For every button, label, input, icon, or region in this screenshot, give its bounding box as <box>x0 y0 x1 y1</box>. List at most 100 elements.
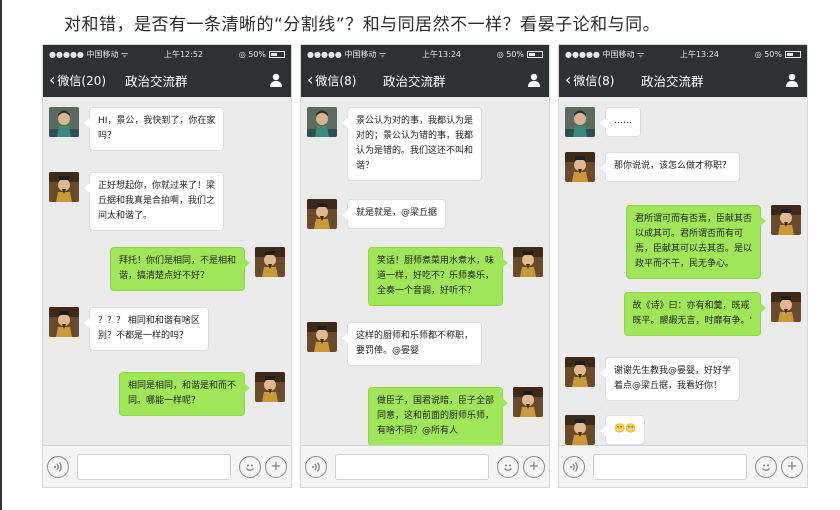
chat-message: 景公认为对的事，我都认为是 对的；景公认为错的事，我都 认为是错的。我们这还不叫和谐… <box>307 107 483 181</box>
message-line: 对的；景公认为错的事，我都 <box>356 131 474 141</box>
chat-area[interactable]: …… 那你说说，该怎么做才称职？ 君所谓可而有否焉，臣献其否 以成其可。君所谓否而有可… <box>559 97 807 447</box>
avatar[interactable] <box>307 322 337 352</box>
plus-icon: + <box>786 459 798 474</box>
more-button[interactable]: + <box>265 455 287 478</box>
battery-indicator: ◎ 50% <box>755 50 801 59</box>
message-input[interactable] <box>77 453 231 480</box>
battery-label: ◎ 50% <box>496 49 524 59</box>
message-input[interactable] <box>593 453 747 480</box>
chat-message: 笑话！厨师煮菜用水煮水，味 道一样，好吃不？乐师奏乐， 全奏一个音调，好听不？ <box>367 247 543 306</box>
message-line: 那你说说，该怎么做才称职？ <box>614 161 732 171</box>
message-line: …… <box>614 116 632 126</box>
chevron-left-icon: ‹ <box>307 70 314 89</box>
message-bubble[interactable]: 君所谓可而有否焉，臣献其否 以成其可。君所谓否而有可 焉，臣献其可以去其否。是以 政平… <box>625 205 767 279</box>
plus-icon: + <box>270 459 282 474</box>
back-button[interactable]: ‹ 微信(20) <box>43 72 121 89</box>
left-border-line <box>0 0 2 510</box>
avatar[interactable] <box>771 292 801 322</box>
message-bubble[interactable]: 笑话！厨师煮菜用水煮水，味 道一样，好吃不？乐师奏乐， 全奏一个音调，好听不？ <box>367 247 509 306</box>
message-line: 全奏一个音调，好听不？ <box>376 286 476 296</box>
voice-icon <box>54 461 62 472</box>
message-bubble[interactable]: 故《诗》曰：亦有和羹，既戒 既平。鬷嘏无言，时靡有争。' <box>623 292 767 336</box>
more-button[interactable]: + <box>781 455 803 478</box>
avatar[interactable] <box>565 152 595 182</box>
message-bubble[interactable]: ？？？ 相同和和谐有啥区 别？不都是一样的吗？ <box>84 307 209 351</box>
chat-message: 就是就是，@梁丘据 <box>307 199 447 229</box>
message-line: 君所谓可而有否焉，臣献其否 <box>634 214 752 224</box>
battery-label: ◎ 50% <box>238 49 266 59</box>
chevron-left-icon: ‹ <box>49 70 56 89</box>
message-bubble[interactable]: 做臣子，国君说暗，臣子全部 同意，这和前面的厨师乐师， 有啥不同？@所有人 <box>367 387 509 446</box>
chat-message: 相同是相同，和谐是和而不 同。哪能一样呢？ <box>118 372 285 416</box>
emoji-button[interactable] <box>497 455 519 478</box>
avatar[interactable] <box>49 172 79 202</box>
nav-bar: ‹ 微信(20) 政治交流群 <box>43 63 291 97</box>
message-bubble[interactable]: 那你说说，该怎么做才称职？ <box>599 152 741 182</box>
input-bar: + <box>559 445 807 487</box>
chat-area[interactable]: HI，景公，我快到了，你在家 吗？ 正好想起你，你就过来了！梁 丘据和我真是合拍啊，我… <box>43 97 291 447</box>
voice-button[interactable] <box>305 455 327 478</box>
avatar[interactable] <box>565 107 595 137</box>
phone-screenshot-1: ●●●●● 中国移动 ᯤ 上午12:52 ◎ 50% ‹ 微信(20) 政治交流群 HI，景… <box>42 44 292 488</box>
emoji-button[interactable] <box>239 455 261 478</box>
message-line: HI，景公，我快到了，你在家 <box>98 116 216 126</box>
group-info-button[interactable] <box>261 73 291 87</box>
back-button[interactable]: ‹ 微信(8) <box>559 72 637 89</box>
voice-icon <box>312 461 320 472</box>
message-bubble[interactable]: 😬😬 <box>599 415 646 445</box>
avatar[interactable] <box>307 199 337 229</box>
avatar[interactable] <box>513 247 543 277</box>
emoji-button[interactable] <box>755 455 777 478</box>
nav-bar: ‹ 微信(8) 政治交流群 <box>301 63 549 97</box>
message-line: 要罚俸。@晏婴 <box>356 346 420 356</box>
message-line: 有啥不同？@所有人 <box>376 426 458 436</box>
plus-icon: + <box>528 459 540 474</box>
chat-message: 君所谓可而有否焉，臣献其否 以成其可。君所谓否而有可 焉，臣献其可以去其否。是以 政平… <box>625 205 801 279</box>
back-label: 微信(20) <box>57 73 107 88</box>
avatar[interactable] <box>49 107 79 137</box>
phone-screenshot-3: ●●●●● 中国移动 ᯤ 上午13:24 ◎ 50% ‹ 微信(8) 政治交流群…… 那你说… <box>558 44 808 488</box>
avatar[interactable] <box>565 415 595 445</box>
avatar[interactable] <box>255 372 285 402</box>
voice-button[interactable] <box>563 455 585 478</box>
message-bubble[interactable]: 这样的厨师和乐师都不称职， 要罚俸。@晏婴 <box>341 322 483 366</box>
message-bubble[interactable]: 景公认为对的事，我都认为是 对的；景公认为错的事，我都 认为是错的。我们这还不叫和谐… <box>341 107 483 181</box>
avatar[interactable] <box>255 247 285 277</box>
message-line: 认为是错的。我们这还不叫和 <box>356 146 474 156</box>
message-line: 故《诗》曰：亦有和羹，既戒 <box>632 301 750 311</box>
message-line: 别？不都是一样的吗？ <box>98 331 189 341</box>
chat-message: 拜托！你们是相同，不是相和 谐，搞清楚点好不好？ <box>109 247 285 291</box>
avatar[interactable] <box>565 357 595 387</box>
avatar[interactable] <box>771 205 801 235</box>
person-icon <box>528 73 540 87</box>
avatar[interactable] <box>513 387 543 417</box>
message-line: 既平。鬷嘏无言，时靡有争。' <box>632 316 752 326</box>
back-button[interactable]: ‹ 微信(8) <box>301 72 379 89</box>
chat-title: 政治交流群 <box>383 73 446 89</box>
more-button[interactable]: + <box>523 455 545 478</box>
message-bubble[interactable]: 拜托！你们是相同，不是相和 谐，搞清楚点好不好？ <box>109 247 251 291</box>
message-bubble[interactable]: 正好想起你，你就过来了！梁 丘据和我真是合拍啊，我们之 间太和谐了。 <box>83 172 225 231</box>
chat-area[interactable]: 景公认为对的事，我都认为是 对的；景公认为错的事，我都 认为是错的。我们这还不叫和谐… <box>301 97 549 447</box>
carrier-label: ●●●●● 中国移动 ᯤ <box>565 49 645 59</box>
message-bubble[interactable]: 就是就是，@梁丘据 <box>341 199 447 229</box>
back-label: 微信(8) <box>315 73 357 88</box>
message-bubble[interactable]: HI，景公，我快到了，你在家 吗？ <box>83 107 225 151</box>
message-bubble[interactable]: …… <box>600 107 641 137</box>
message-input[interactable] <box>335 453 489 480</box>
avatar[interactable] <box>307 107 337 137</box>
emoji-icon <box>246 464 254 471</box>
carrier-label: ●●●●● 中国移动 ᯤ <box>307 49 387 59</box>
chat-message: HI，景公，我快到了，你在家 吗？ <box>49 107 225 151</box>
nav-bar: ‹ 微信(8) 政治交流群 <box>559 63 807 97</box>
message-bubble[interactable]: 谢谢先生教我@晏婴，好好学 着点@梁丘据，我看好你！ <box>599 357 741 401</box>
group-info-button[interactable] <box>519 73 549 87</box>
avatar[interactable] <box>49 307 79 337</box>
voice-button[interactable] <box>47 455 69 478</box>
status-bar: ●●●●● 中国移动 ᯤ 上午12:52 ◎ 50% <box>43 45 291 63</box>
group-info-button[interactable] <box>777 73 807 87</box>
message-line: 同。哪能一样呢？ <box>127 396 200 406</box>
message-bubble[interactable]: 相同是相同，和谐是和而不 同。哪能一样呢？ <box>118 372 251 416</box>
voice-icon <box>570 461 578 472</box>
input-bar: + <box>43 445 291 487</box>
